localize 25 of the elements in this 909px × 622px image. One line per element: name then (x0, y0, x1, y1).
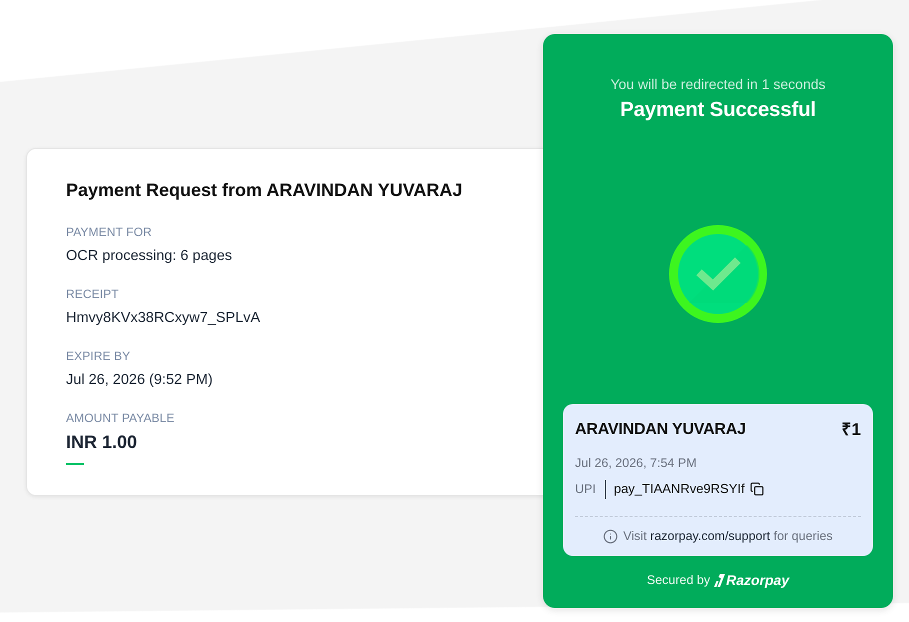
paid-amount: ₹1 (842, 420, 861, 440)
payment-method: UPI (575, 481, 596, 497)
support-note: Visit razorpay.com/support for queries (623, 528, 833, 544)
accent-bar (66, 463, 84, 465)
amount-value: INR 1.00 (66, 431, 138, 454)
info-icon (603, 528, 618, 544)
payee-name: ARAVINDAN YUVARAJ (575, 420, 746, 440)
status-title: Payment Successful (620, 97, 816, 123)
payment-id: pay_TIAANRve9RSYIf (614, 481, 745, 497)
field-label: RECEIPT (66, 286, 119, 302)
logo-icon (714, 574, 726, 586)
request-title: Payment Request from ARAVINDAN YUVARAJ (66, 179, 464, 202)
field-label: AMOUNT PAYABLE (66, 410, 175, 426)
copy-icon[interactable] (750, 482, 764, 496)
field-value: Hmvy8KVx38RCxyw7_SPLvA (66, 309, 260, 328)
field-value: Jul 26, 2026 (9:52 PM) (66, 371, 213, 390)
brand-name: Razorpay (726, 572, 790, 588)
payment-date: Jul 26, 2026, 7:54 PM (575, 455, 698, 471)
field-value: OCR processing: 6 pages (66, 247, 232, 266)
success-check-icon (669, 225, 767, 323)
field-label: EXPIRE BY (66, 348, 130, 364)
field-label: PAYMENT FOR (66, 224, 152, 240)
secured-by-text: Secured by (646, 572, 710, 588)
redirect-notice: You will be redirected in 1 seconds (610, 75, 826, 93)
support-link[interactable]: razorpay.com/support (650, 529, 770, 543)
